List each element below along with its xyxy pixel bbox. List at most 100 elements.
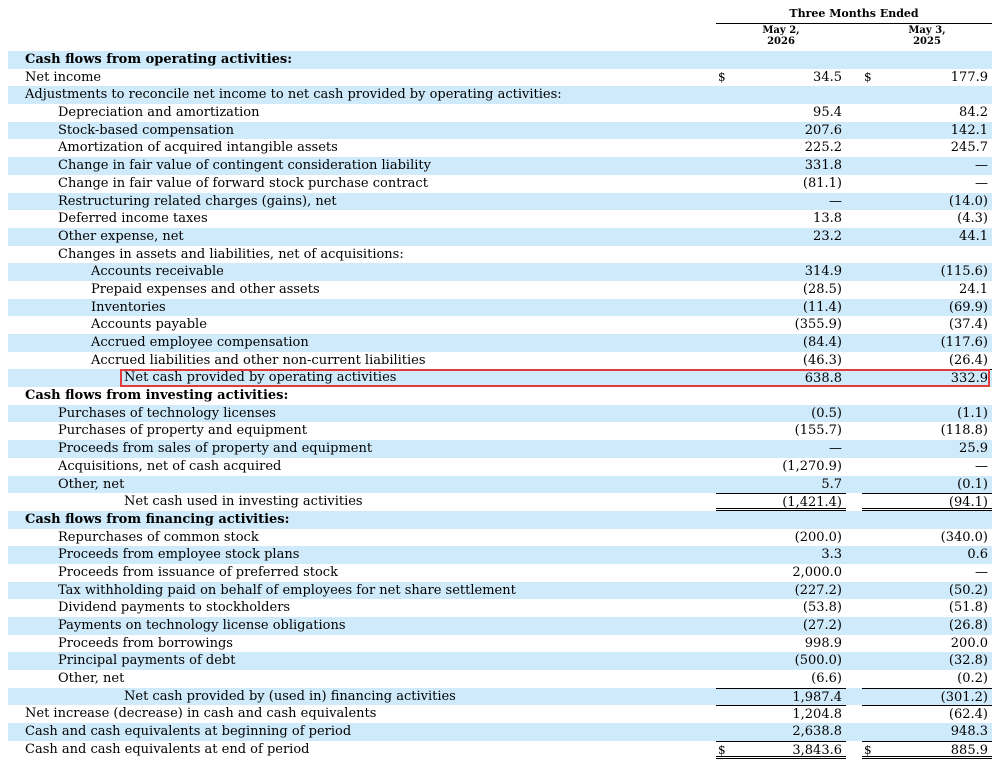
value-cell-prior: (4.3) bbox=[862, 210, 992, 228]
value-cell-prior: 84.2 bbox=[862, 104, 992, 122]
table-row: Purchases of technology licenses (0.5) (1.… bbox=[8, 404, 992, 423]
table-row: Proceeds from employee stock plans 3.3 0.6 bbox=[8, 546, 992, 564]
value-text: (53.8) bbox=[802, 600, 842, 616]
value-text: (200.0) bbox=[794, 529, 842, 545]
value-cell-prior: — bbox=[862, 564, 992, 582]
value-cell-current: (28.5) bbox=[716, 281, 846, 299]
value-cell-current: (500.0) bbox=[716, 652, 846, 670]
row-label: Dividend payments to stockholders bbox=[58, 600, 291, 616]
value-text: 34.5 bbox=[813, 69, 842, 85]
value-text: 1,987.4 bbox=[792, 689, 842, 705]
value-text: (1,421.4) bbox=[782, 495, 842, 511]
table-row: Payments on technology license obligatio… bbox=[8, 617, 992, 635]
value-text: (118.8) bbox=[940, 423, 988, 439]
value-cell-current: (6.6) bbox=[716, 670, 846, 688]
row-label: Net cash used in investing activities bbox=[124, 494, 363, 510]
value-text: — bbox=[975, 175, 988, 191]
table-row: Amortization of acquired intangible asse… bbox=[8, 139, 992, 157]
section-header-row: Cash flows from financing activities: bbox=[8, 510, 992, 529]
value-cell-current: 207.6 bbox=[716, 122, 846, 140]
row-label: Tax withholding paid on behalf of employ… bbox=[58, 582, 516, 598]
value-cell-prior: (118.8) bbox=[862, 422, 992, 440]
value-cell-prior: (51.8) bbox=[862, 599, 992, 617]
value-cell-prior: (340.0) bbox=[862, 529, 992, 547]
value-cell-current: 2,638.8 bbox=[716, 723, 846, 741]
value-text: (50.2) bbox=[948, 582, 988, 598]
row-label: Net income bbox=[25, 69, 102, 85]
value-text: 314.9 bbox=[804, 264, 842, 280]
row-label: Prepaid expenses and other assets bbox=[91, 281, 320, 297]
column-header-prior: May 3, 2025 bbox=[862, 25, 992, 52]
value-text: 332.9 bbox=[950, 371, 988, 387]
value-cell-current: 13.8 bbox=[716, 210, 846, 228]
table-row: Prepaid expenses and other assets (28.5) 2… bbox=[8, 281, 992, 299]
value-text: (1.1) bbox=[957, 405, 988, 421]
value-text: 885.9 bbox=[950, 742, 988, 758]
value-cell-prior: (26.4) bbox=[862, 352, 992, 370]
value-cell-current: (46.3) bbox=[716, 352, 846, 370]
value-cell-current: (84.4) bbox=[716, 334, 846, 352]
value-cell-prior: (0.2) bbox=[862, 670, 992, 688]
value-text: 3,843.6 bbox=[792, 742, 842, 758]
value-text: (115.6) bbox=[940, 264, 988, 280]
table-row: Restructuring related charges (gains), n… bbox=[8, 192, 992, 211]
cash-flow-table: Cash flows from operating activities: Net… bbox=[8, 51, 992, 759]
table-row: Accrued liabilities and other non-curren… bbox=[8, 352, 992, 370]
value-text: 142.1 bbox=[950, 122, 988, 138]
value-text: 13.8 bbox=[813, 211, 842, 227]
column-header-prior-line1: May 3, bbox=[908, 25, 946, 36]
table-row: Net cash provided by (used in) financing… bbox=[8, 687, 992, 706]
row-label: Other, net bbox=[58, 476, 125, 492]
value-cell-current: 95.4 bbox=[716, 104, 846, 122]
row-label: Other expense, net bbox=[58, 228, 184, 244]
row-label: Proceeds from employee stock plans bbox=[58, 547, 300, 563]
value-cell-current: (11.4) bbox=[716, 299, 846, 317]
value-cell-prior: (115.6) bbox=[862, 263, 992, 281]
value-text: 331.8 bbox=[804, 158, 842, 174]
value-cell-current: (27.2) bbox=[716, 617, 846, 635]
row-label: Net cash provided by (used in) financing… bbox=[124, 688, 456, 704]
value-cell-prior: (301.2) bbox=[862, 687, 992, 706]
value-text: 0.6 bbox=[967, 547, 988, 563]
value-text: (62.4) bbox=[948, 707, 988, 723]
value-text: (0.2) bbox=[957, 671, 988, 687]
value-cell-prior: 245.7 bbox=[862, 139, 992, 157]
value-text: 638.8 bbox=[804, 371, 842, 387]
value-cell-current: 5.7 bbox=[716, 476, 846, 494]
value-text: (117.6) bbox=[940, 335, 988, 350]
value-text: (4.3) bbox=[957, 211, 988, 227]
value-text: (11.4) bbox=[802, 299, 842, 315]
value-cell-prior: — bbox=[862, 175, 992, 193]
value-text: 5.7 bbox=[821, 476, 842, 492]
value-text: 948.3 bbox=[950, 724, 988, 740]
value-cell-prior: (37.4) bbox=[862, 316, 992, 334]
row-label: Acquisitions, net of cash acquired bbox=[58, 458, 282, 474]
value-cell-prior: (50.2) bbox=[862, 582, 992, 600]
table-row: Other, net 5.7 (0.1) bbox=[8, 475, 992, 494]
value-cell-prior: 200.0 bbox=[862, 635, 992, 653]
table-row: Change in fair value of forward stock pu… bbox=[8, 175, 992, 193]
value-text: — bbox=[829, 193, 842, 209]
table-row: Changes in assets and liabilities, net o… bbox=[8, 246, 992, 264]
row-label: Accrued employee compensation bbox=[91, 335, 309, 350]
value-text: 245.7 bbox=[950, 140, 988, 156]
table-row: Accounts receivable 314.9 (115.6) bbox=[8, 263, 992, 281]
row-label: Proceeds from borrowings bbox=[58, 635, 233, 651]
table-row: Other expense, net 23.2 44.1 bbox=[8, 227, 992, 246]
table-row: Change in fair value of contingent consi… bbox=[8, 157, 992, 175]
value-cell-current: — bbox=[716, 440, 846, 458]
value-text: (355.9) bbox=[794, 317, 842, 333]
value-text: (500.0) bbox=[794, 653, 842, 669]
value-cell-prior: 142.1 bbox=[862, 122, 992, 140]
row-label: Cash and cash equivalents at beginning o… bbox=[25, 724, 352, 740]
value-text: (26.4) bbox=[948, 352, 988, 368]
table-row: Accrued employee compensation (84.4) (117.… bbox=[8, 334, 992, 352]
row-label: Cash flows from financing activities: bbox=[25, 511, 290, 527]
value-cell-prior: (69.9) bbox=[862, 299, 992, 317]
value-cell-current: (355.9) bbox=[716, 316, 846, 334]
value-text: (28.5) bbox=[802, 281, 842, 297]
column-header-current-line1: May 2, bbox=[762, 25, 800, 36]
value-text: 3.3 bbox=[821, 547, 842, 563]
value-cell-prior: 24.1 bbox=[862, 281, 992, 299]
row-label: Amortization of acquired intangible asse… bbox=[58, 140, 338, 156]
